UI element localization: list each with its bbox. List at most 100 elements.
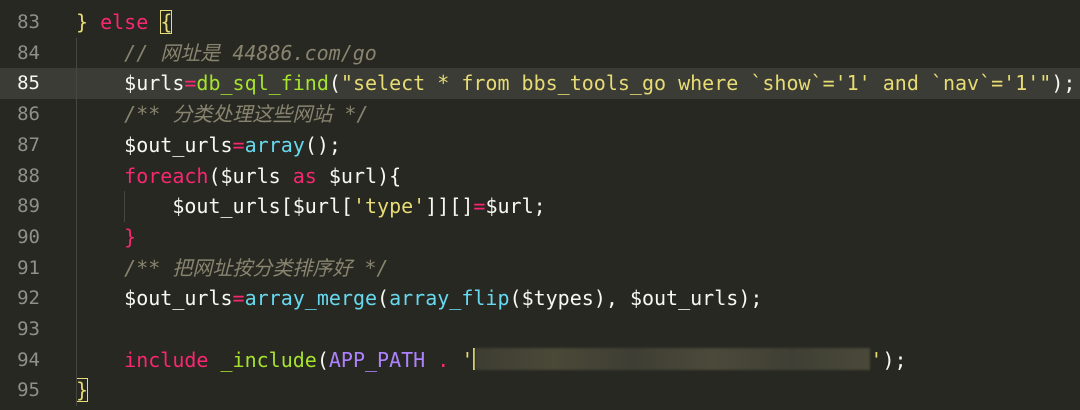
code-token: "select * from bbs_tools_go where `show`… [340, 71, 1052, 96]
code-token: ( [208, 163, 221, 188]
code-token: array [244, 132, 305, 157]
line-number: 92 [17, 287, 40, 310]
code-line[interactable]: 94 include _include(APP_PATH . ' '); [0, 345, 1080, 376]
code-line[interactable]: 95} [0, 375, 1080, 406]
line-number: 94 [17, 348, 40, 371]
code-line[interactable]: 85 $urls=db_sql_find("select * from bbs_… [0, 68, 1080, 100]
code-text: } else { [76, 7, 173, 38]
code-token: $out_urls [629, 286, 739, 311]
code-token: = [473, 194, 486, 219]
code-line[interactable]: 90 } [0, 222, 1080, 253]
code-token: } [76, 224, 137, 249]
code-token: as [292, 163, 317, 188]
code-token: ' [461, 347, 474, 372]
code-token: /** 把网址按分类排序好 */ [76, 255, 389, 280]
code-text: } [76, 375, 89, 406]
code-token: // 网址是 44886.com/go [76, 40, 377, 65]
code-token: ( [377, 286, 390, 311]
code-token: ), [593, 286, 630, 311]
code-token: $out_urls [76, 132, 233, 157]
code-token: $urls [76, 71, 185, 96]
code-text: $out_urls[$url['type']][]=$url; [76, 191, 546, 222]
code-token: [ [340, 194, 353, 219]
code-token: } [76, 10, 89, 34]
code-token: . [437, 347, 450, 372]
code-editor[interactable]: 83} else {84 // 网址是 44886.com/go 85 $urls… [0, 0, 1080, 410]
code-text: /** 把网址按分类排序好 */ [76, 253, 388, 284]
code-token: $out_urls [76, 286, 233, 311]
code-token: ); [738, 286, 763, 311]
line-number: 83 [17, 11, 40, 33]
code-token: $urls [220, 163, 293, 188]
line-number: 86 [17, 103, 40, 126]
code-token: db_sql_find [196, 71, 329, 96]
line-number: 84 [17, 41, 40, 64]
code-token: else [100, 10, 149, 34]
code-token: array_merge [244, 286, 378, 311]
line-number: 90 [17, 225, 40, 248]
code-token: [] [449, 194, 474, 219]
code-token: (); [304, 132, 341, 157]
code-token: ); [1051, 71, 1076, 96]
code-text: $out_urls=array_merge(array_flip($types)… [76, 283, 762, 314]
code-text: $out_urls=array(); [76, 130, 341, 161]
line-number: 85 [17, 72, 40, 95]
code-line[interactable]: 88 foreach($urls as $url){ [0, 161, 1080, 192]
line-number: 95 [17, 379, 40, 402]
code-token: $types [521, 286, 594, 311]
code-line[interactable]: 91 /** 把网址按分类排序好 */ [0, 253, 1080, 284]
code-text: include _include(APP_PATH . ' '); [76, 345, 907, 376]
code-token: { [160, 10, 173, 34]
code-token: = [184, 71, 197, 96]
code-line[interactable]: 93 [0, 314, 1080, 345]
redacted-path [475, 348, 871, 371]
code-token: = [232, 286, 245, 311]
code-token: ' [870, 347, 883, 372]
code-line[interactable]: 86 /** 分类处理这些网站 */ [0, 99, 1080, 130]
line-number: 88 [17, 164, 40, 187]
code-token: $url [316, 163, 378, 188]
code-token: array_flip [389, 286, 510, 311]
code-line[interactable]: 83} else { [0, 7, 1080, 38]
code-token: foreach [76, 163, 209, 188]
indent-guide [76, 37, 77, 407]
code-text: foreach($urls as $url){ [76, 161, 401, 192]
code-token: } [76, 378, 89, 403]
code-token: ( [509, 286, 522, 311]
code-token: $url [292, 194, 341, 219]
code-line[interactable]: 89 $out_urls[$url['type']][]=$url; [0, 191, 1080, 222]
line-number: 91 [17, 256, 40, 279]
code-text: } [76, 222, 136, 253]
line-number: 89 [17, 195, 40, 218]
code-text: // 网址是 44886.com/go [76, 38, 377, 69]
code-token: _include [220, 347, 317, 372]
code-text: $urls=db_sql_find("select * from bbs_too… [76, 68, 1075, 99]
code-token: ] [425, 194, 438, 219]
code-token: $url [485, 194, 534, 219]
code-token: include [76, 347, 209, 372]
code-token: ( [316, 347, 329, 372]
code-token: ){ [377, 163, 402, 188]
code-token: = [232, 132, 245, 157]
code-token: ); [882, 347, 907, 372]
code-token: [ [280, 194, 293, 219]
code-line[interactable]: 84 // 网址是 44886.com/go [0, 38, 1080, 69]
indent-guide [124, 191, 125, 222]
code-line[interactable]: 87 $out_urls=array(); [0, 130, 1080, 161]
code-text: /** 分类处理这些网站 */ [76, 99, 368, 130]
line-number: 87 [17, 133, 40, 156]
code-token: ] [437, 194, 450, 219]
line-number: 93 [17, 318, 40, 340]
code-token: 'type' [352, 194, 426, 219]
code-token: ; [533, 194, 546, 219]
code-token: /** 分类处理这些网站 */ [76, 102, 369, 127]
code-token: APP_PATH [328, 347, 426, 372]
code-token: ( [328, 71, 341, 96]
code-token: $out_urls [76, 194, 281, 219]
code-line[interactable]: 92 $out_urls=array_merge(array_flip($typ… [0, 283, 1080, 314]
